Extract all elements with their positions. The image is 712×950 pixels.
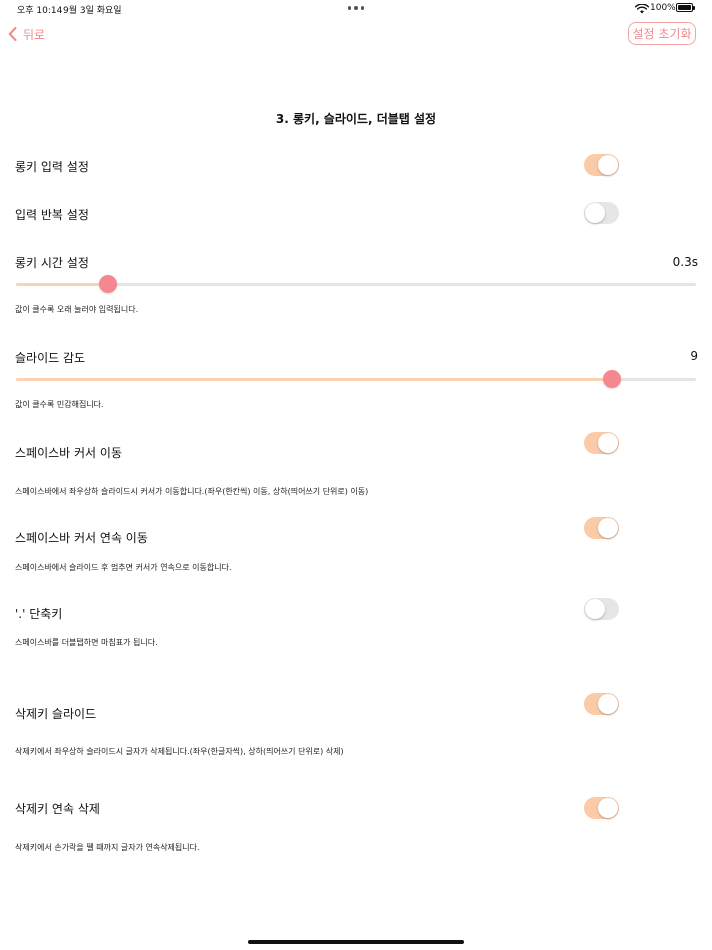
delete-continuous-label: 삭제키 연속 삭제 — [15, 802, 100, 816]
slide-sensitivity-label: 슬라이드 감도 — [15, 351, 86, 365]
toggle-knob — [598, 433, 618, 453]
back-label: 뒤로 — [23, 27, 46, 42]
slider-thumb[interactable] — [98, 275, 117, 293]
delete-continuous-desc: 삭제키에서 손가락을 뗄 때까지 글자가 연속삭제됩니다. — [15, 843, 200, 852]
period-shortcut-desc: 스페이스바를 더블탭하면 마침표가 됩니다. — [15, 638, 158, 647]
slider-fill — [16, 378, 613, 381]
space-cursor-continuous-toggle[interactable] — [584, 517, 619, 539]
slide-sensitivity-value: 9 — [690, 349, 698, 363]
space-cursor-toggle[interactable] — [584, 432, 619, 454]
longkey-time-value: 0.3s — [672, 255, 698, 269]
chevron-left-icon — [8, 27, 17, 41]
longkey-input-toggle[interactable] — [584, 154, 619, 176]
slider-thumb[interactable] — [603, 370, 622, 388]
longkey-time-slider[interactable] — [16, 274, 696, 294]
status-date: 9월 3일 화요일 — [63, 6, 122, 16]
slide-sensitivity-desc: 값이 클수록 민감해집니다. — [15, 400, 104, 409]
toggle-knob — [598, 155, 618, 175]
delete-slide-desc: 삭제키에서 좌우상하 슬라이드시 글자가 삭제됩니다.(좌우(한글자씩), 상하… — [15, 747, 344, 756]
slider-fill — [16, 283, 108, 286]
battery-icon — [676, 3, 695, 12]
input-repeat-label: 입력 반복 설정 — [15, 208, 89, 222]
longkey-time-label: 롱키 시간 설정 — [15, 256, 89, 270]
period-shortcut-label: '.' 단축키 — [15, 607, 63, 621]
wifi-icon — [635, 4, 649, 14]
period-shortcut-toggle[interactable] — [584, 598, 619, 620]
delete-slide-label: 삭제키 슬라이드 — [15, 707, 97, 721]
reset-settings-button[interactable]: 설정 초기화 — [628, 22, 696, 45]
back-button[interactable]: 뒤로 — [8, 24, 45, 44]
delete-slide-toggle[interactable] — [584, 693, 619, 715]
multitasking-dots-icon[interactable] — [348, 6, 364, 10]
toggle-knob — [598, 518, 618, 538]
status-time: 오후 10:14 — [17, 6, 63, 16]
toggle-knob — [598, 694, 618, 714]
page-title: 3. 롱키, 슬라이드, 더블탭 설정 — [275, 112, 437, 126]
slider-track — [16, 283, 696, 286]
toggle-knob — [585, 203, 605, 223]
space-cursor-continuous-label: 스페이스바 커서 연속 이동 — [15, 531, 148, 545]
longkey-time-desc: 값이 클수록 오래 눌러야 입력됩니다. — [15, 305, 139, 314]
space-cursor-continuous-desc: 스페이스바에서 슬라이드 후 멈추면 커서가 연속으로 이동합니다. — [15, 563, 232, 572]
home-indicator[interactable] — [248, 940, 464, 944]
longkey-input-label: 롱키 입력 설정 — [15, 160, 89, 174]
space-cursor-desc: 스페이스바에서 좌우상하 슬라이드시 커서가 이동합니다.(좌우(한칸씩) 이동… — [15, 487, 369, 496]
slide-sensitivity-slider[interactable] — [16, 369, 696, 389]
delete-continuous-toggle[interactable] — [584, 797, 619, 819]
battery-percent: 100% — [650, 3, 676, 13]
input-repeat-toggle[interactable] — [584, 202, 619, 224]
toggle-knob — [598, 798, 618, 818]
toggle-knob — [585, 599, 605, 619]
space-cursor-label: 스페이스바 커서 이동 — [15, 446, 122, 460]
